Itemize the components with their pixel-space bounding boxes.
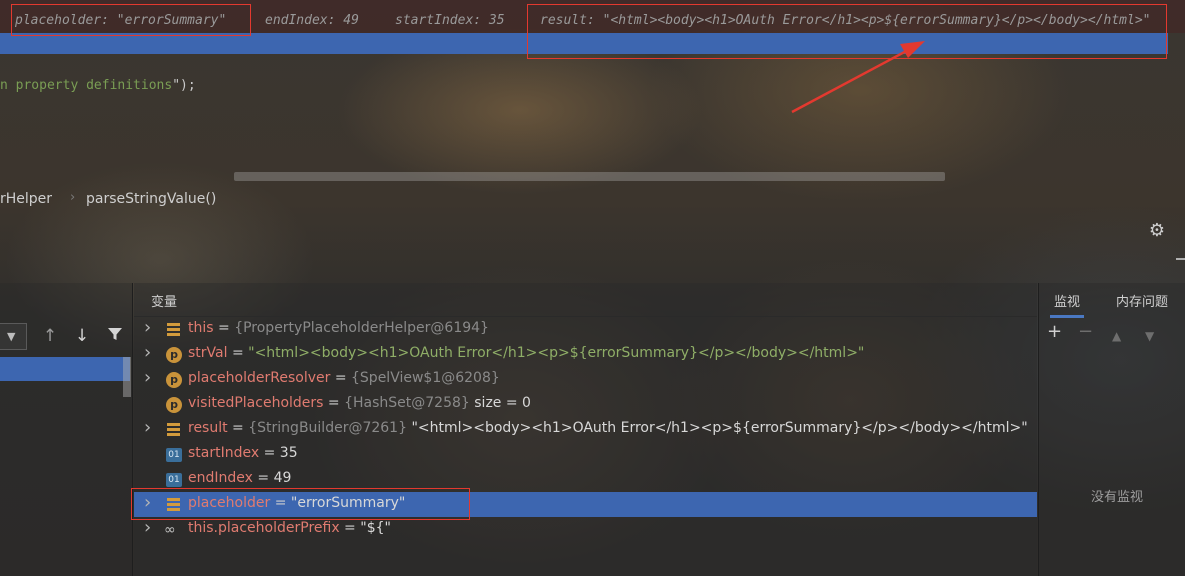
annotation-arrow-icon xyxy=(791,41,925,114)
